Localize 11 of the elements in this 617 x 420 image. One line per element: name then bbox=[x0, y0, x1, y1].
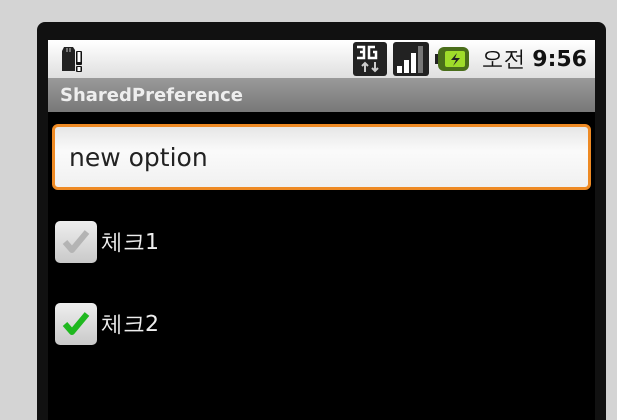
checkbox[interactable] bbox=[55, 221, 97, 263]
status-time: 오전 9:56 bbox=[481, 46, 587, 74]
sd-card-warning-icon bbox=[61, 45, 83, 73]
checkbox-label: 체크1 bbox=[101, 229, 159, 257]
text-input-field[interactable]: new option bbox=[52, 124, 591, 190]
checkbox[interactable] bbox=[55, 303, 97, 345]
3g-data-icon bbox=[353, 42, 388, 76]
signal-icon bbox=[393, 42, 430, 76]
battery-charging-icon bbox=[435, 46, 470, 72]
app-title: SharedPreference bbox=[60, 84, 243, 106]
checkbox-label: 체크2 bbox=[101, 311, 159, 339]
